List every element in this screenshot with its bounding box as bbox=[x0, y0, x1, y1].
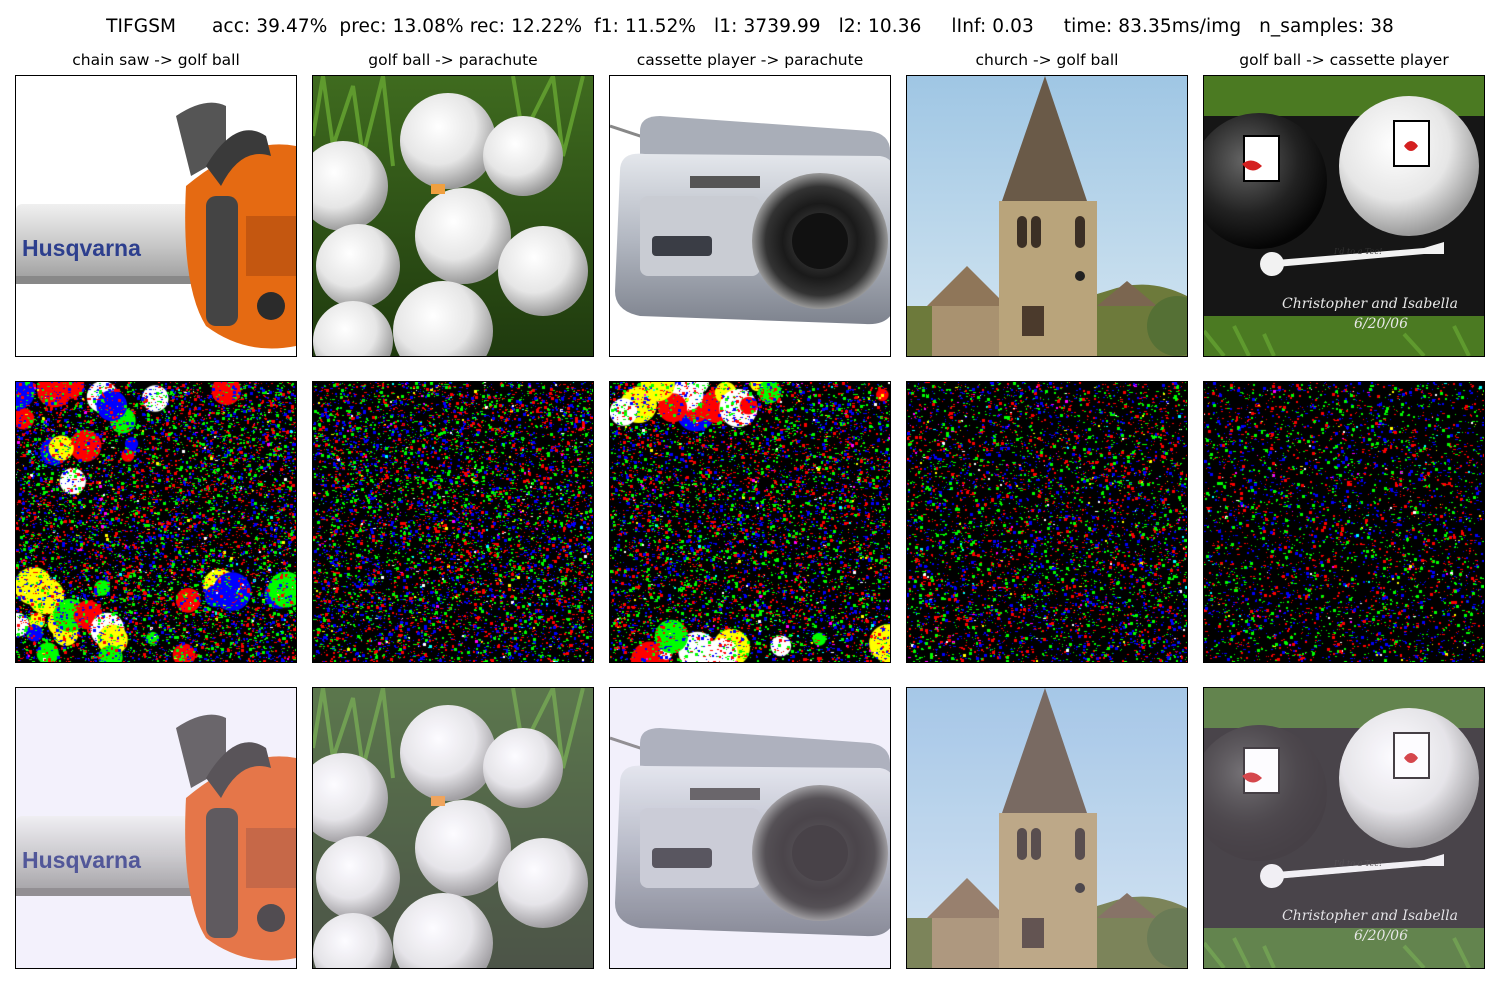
perturbation-map-golf-ball-set bbox=[1203, 381, 1485, 663]
husqvarna-logo-text-adversarial: Husqvarna bbox=[22, 847, 141, 873]
column-title-4: church -> golf ball bbox=[975, 51, 1119, 69]
figure-suptitle: TIFGSM acc: 39.47% prec: 13.08% rec: 12.… bbox=[106, 16, 1394, 37]
original-image-cassette-player bbox=[609, 75, 891, 357]
column-title-5: golf ball -> cassette player bbox=[1239, 51, 1449, 69]
adversarial-image-golf-balls bbox=[312, 687, 594, 969]
date-text: 6/20/06 bbox=[1354, 316, 1408, 332]
adversarial-image-golf-ball-set: I'd to a Tee! Christopher and Isabella 6… bbox=[1203, 687, 1485, 969]
names-text: Christopher and Isabella bbox=[1282, 296, 1458, 312]
husqvarna-logo-text: Husqvarna bbox=[22, 235, 141, 261]
adversarial-image-cassette-player bbox=[609, 687, 891, 969]
adversarial-image-chain-saw: Husqvarna bbox=[15, 687, 297, 969]
original-image-chain-saw: Husqvarna bbox=[15, 75, 297, 357]
perturbation-map-church bbox=[906, 381, 1188, 663]
perturbation-map-cassette-player bbox=[609, 381, 891, 663]
perturbation-map-golf-balls bbox=[312, 381, 594, 663]
names-text-adversarial: Christopher and Isabella bbox=[1282, 908, 1458, 924]
perturbation-map-chain-saw bbox=[15, 381, 297, 663]
date-text-adversarial: 6/20/06 bbox=[1354, 928, 1408, 944]
tee-text-adversarial: I'd to a Tee! bbox=[1333, 859, 1382, 868]
original-image-golf-balls bbox=[312, 75, 594, 357]
adversarial-image-church bbox=[906, 687, 1188, 969]
column-title-1: chain saw -> golf ball bbox=[72, 51, 240, 69]
column-title-3: cassette player -> parachute bbox=[636, 51, 864, 69]
original-image-church bbox=[906, 75, 1188, 357]
tee-text: I'd to a Tee! bbox=[1333, 247, 1382, 256]
column-title-2: golf ball -> parachute bbox=[368, 51, 538, 69]
original-image-golf-ball-set: I'd to a Tee! Christopher and Isabella 6… bbox=[1203, 75, 1485, 357]
